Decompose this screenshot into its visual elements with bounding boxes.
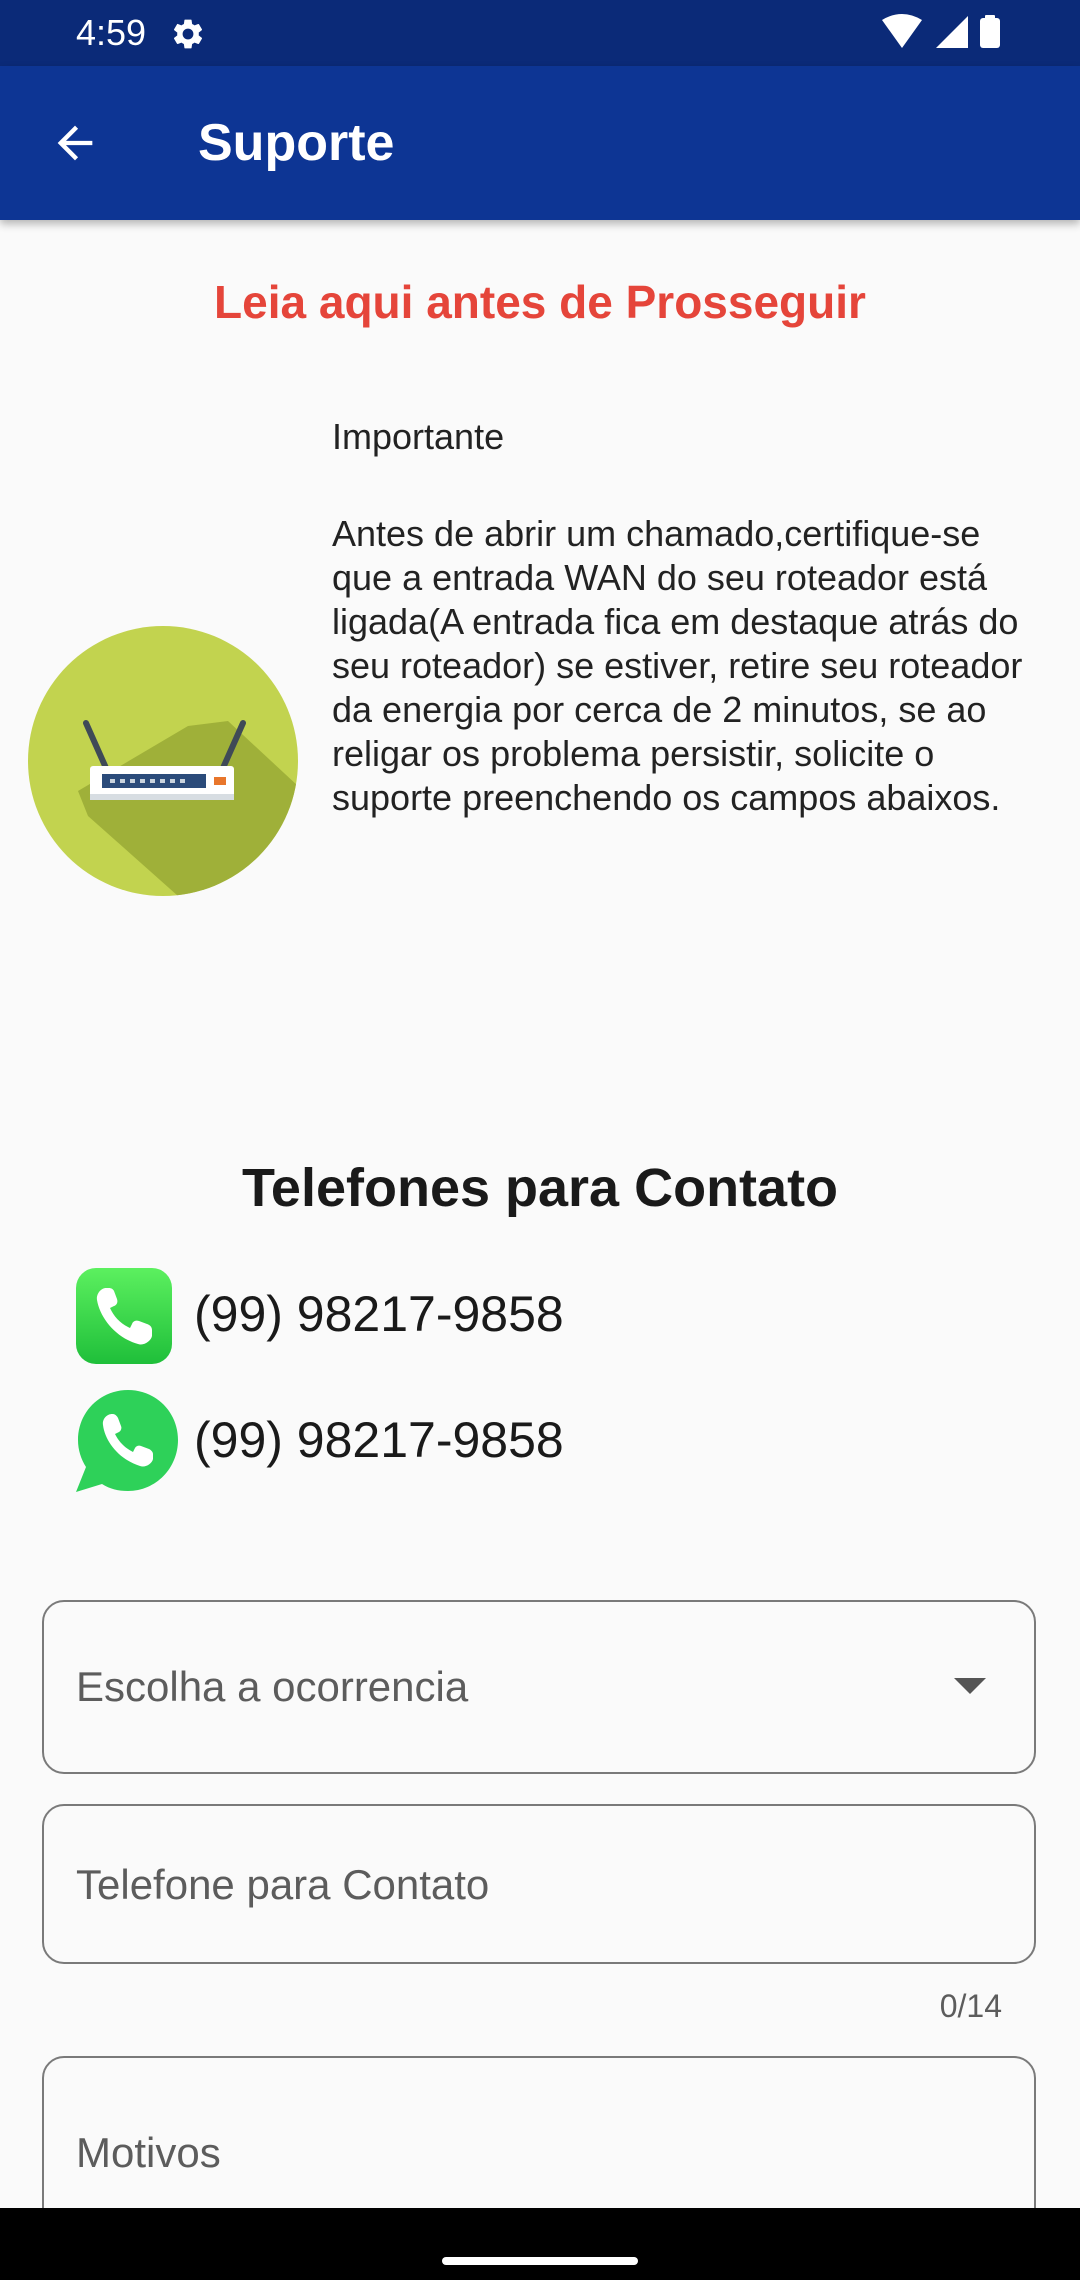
app-bar: Suporte [0, 66, 1080, 220]
gear-icon [173, 19, 203, 49]
wifi-icon [882, 14, 922, 48]
home-handle[interactable] [442, 2257, 638, 2265]
phone-icon [76, 1268, 172, 1364]
system-nav-bar [0, 2208, 1080, 2280]
whatsapp-icon [76, 1390, 178, 1492]
char-counter: 0/14 [939, 1988, 1002, 2024]
whatsapp-number[interactable]: (99) 98217-9858 [194, 1410, 564, 1470]
occurrence-placeholder: Escolha a ocorrencia [76, 1663, 469, 1710]
signal-icon [936, 16, 968, 48]
phone-number[interactable]: (99) 98217-9858 [194, 1284, 564, 1344]
arrow-left-icon [57, 125, 93, 161]
reasons-clip: Motivos [0, 2056, 1080, 2208]
contacts-title: Telefones para Contato [241, 1158, 839, 1218]
important-heading: Importante [332, 416, 505, 457]
contact-phone-input[interactable]: Telefone para Contato [42, 1804, 1036, 1964]
page-title: Suporte [198, 114, 395, 172]
contact-phone-placeholder: Telefone para Contato [76, 1861, 490, 1908]
status-icons [882, 14, 1000, 48]
back-button[interactable] [42, 110, 108, 176]
battery-icon [980, 18, 1000, 48]
reasons-placeholder: Motivos [76, 2129, 221, 2176]
status-bar: 4:59 [0, 0, 1080, 66]
reasons-input[interactable]: Motivos [42, 2056, 1036, 2208]
occurrence-select[interactable]: Escolha a ocorrencia [42, 1600, 1036, 1774]
info-paragraph: Antes de abrir um chamado,certifique-se … [332, 513, 1023, 818]
warning-title: Leia aqui antes de Prosseguir [214, 276, 866, 328]
status-time: 4:59 [76, 12, 147, 53]
router-icon [28, 626, 298, 896]
dropdown-arrow-icon [954, 1678, 986, 1694]
